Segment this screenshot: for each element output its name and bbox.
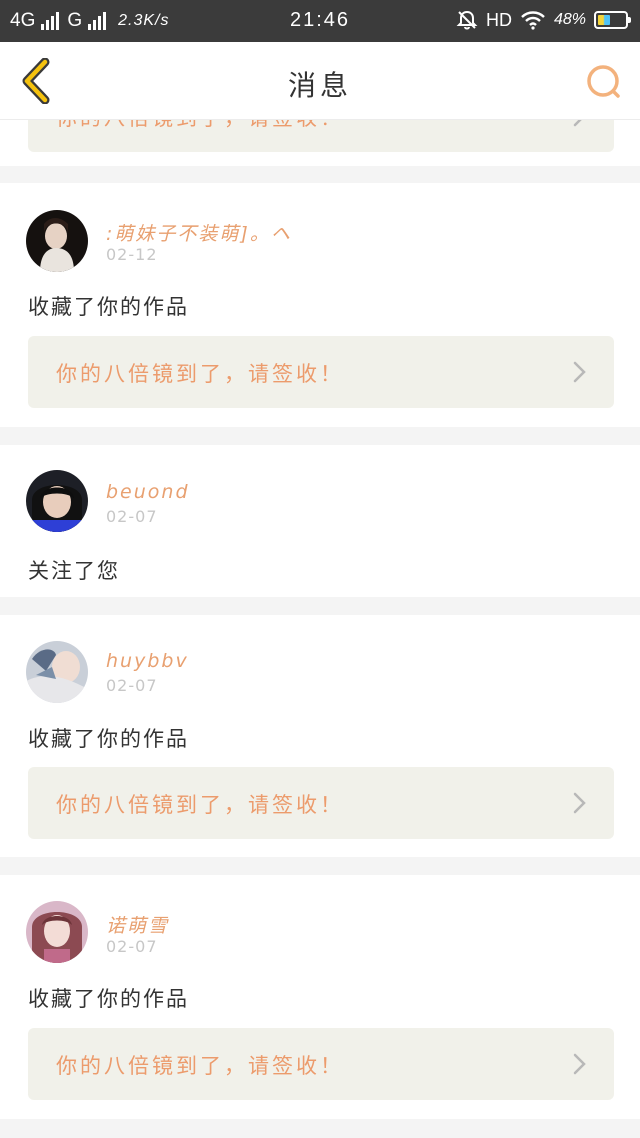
timestamp: 02-07 xyxy=(106,507,158,526)
list-item-partial: 你的八倍镜到了，请签收！ xyxy=(0,120,640,166)
avatar[interactable] xyxy=(26,901,88,963)
chevron-right-icon xyxy=(573,1053,586,1075)
bonus-text: 你的八倍镜到了，请签收！ xyxy=(56,793,344,817)
search-button[interactable] xyxy=(584,62,624,102)
bonus-banner[interactable]: 你的八倍镜到了，请签收！ xyxy=(28,767,614,839)
timestamp: 02-07 xyxy=(106,676,158,695)
action-text: 收藏了你的作品 xyxy=(28,727,189,751)
username[interactable]: 诺萌雪 xyxy=(106,911,169,938)
list-item: 诺萌雪 02-07 收藏了你的作品 你的八倍镜到了，请签收！ xyxy=(0,875,640,1119)
chevron-right-icon xyxy=(573,120,582,127)
bonus-banner[interactable]: 你的八倍镜到了，请签收！ xyxy=(28,120,614,152)
avatar[interactable] xyxy=(26,210,88,272)
mute-bell-icon xyxy=(456,10,478,30)
list-item: beuond 02-07 关注了您 xyxy=(0,445,640,597)
battery-percent: 48% xyxy=(553,11,586,28)
app-header: 消息 xyxy=(0,42,640,120)
username[interactable]: huybbv xyxy=(106,650,189,672)
username[interactable]: beuond xyxy=(106,481,190,503)
bonus-banner[interactable]: 你的八倍镜到了，请签收！ xyxy=(28,1028,614,1100)
action-text: 收藏了你的作品 xyxy=(28,987,189,1011)
username[interactable]: :萌妹子不装萌]。ヘ xyxy=(106,219,292,246)
timestamp: 02-12 xyxy=(106,245,158,264)
bonus-banner[interactable]: 你的八倍镜到了，请签收！ xyxy=(28,336,614,408)
action-text: 收藏了你的作品 xyxy=(28,295,189,319)
chevron-right-icon xyxy=(573,361,586,383)
chevron-right-icon xyxy=(573,792,586,814)
bonus-text: 你的八倍镜到了，请签收！ xyxy=(56,120,344,132)
status-icons: HD 48% xyxy=(456,9,631,31)
status-bar: 4G G 2.3K/s 21:46 HD 48% xyxy=(0,0,640,42)
message-list[interactable]: 你的八倍镜到了，请签收！ :萌妹子不装萌]。ヘ 02-12 收藏了你的作品 你的… xyxy=(0,120,640,1138)
list-item: :萌妹子不装萌]。ヘ 02-12 收藏了你的作品 你的八倍镜到了，请签收！ xyxy=(0,183,640,427)
hd-indicator: HD xyxy=(485,9,512,30)
bonus-text: 你的八倍镜到了，请签收！ xyxy=(56,362,344,386)
battery-icon xyxy=(594,11,631,29)
page-title: 消息 xyxy=(287,69,352,102)
avatar[interactable] xyxy=(26,470,88,532)
wifi-icon xyxy=(521,11,545,30)
battery-fill xyxy=(598,15,610,25)
bonus-text: 你的八倍镜到了，请签收！ xyxy=(56,1054,344,1078)
action-text: 关注了您 xyxy=(28,559,120,583)
timestamp: 02-07 xyxy=(106,937,158,956)
search-icon xyxy=(587,65,620,98)
avatar[interactable] xyxy=(26,641,88,703)
list-item: huybbv 02-07 收藏了你的作品 你的八倍镜到了，请签收！ xyxy=(0,615,640,857)
